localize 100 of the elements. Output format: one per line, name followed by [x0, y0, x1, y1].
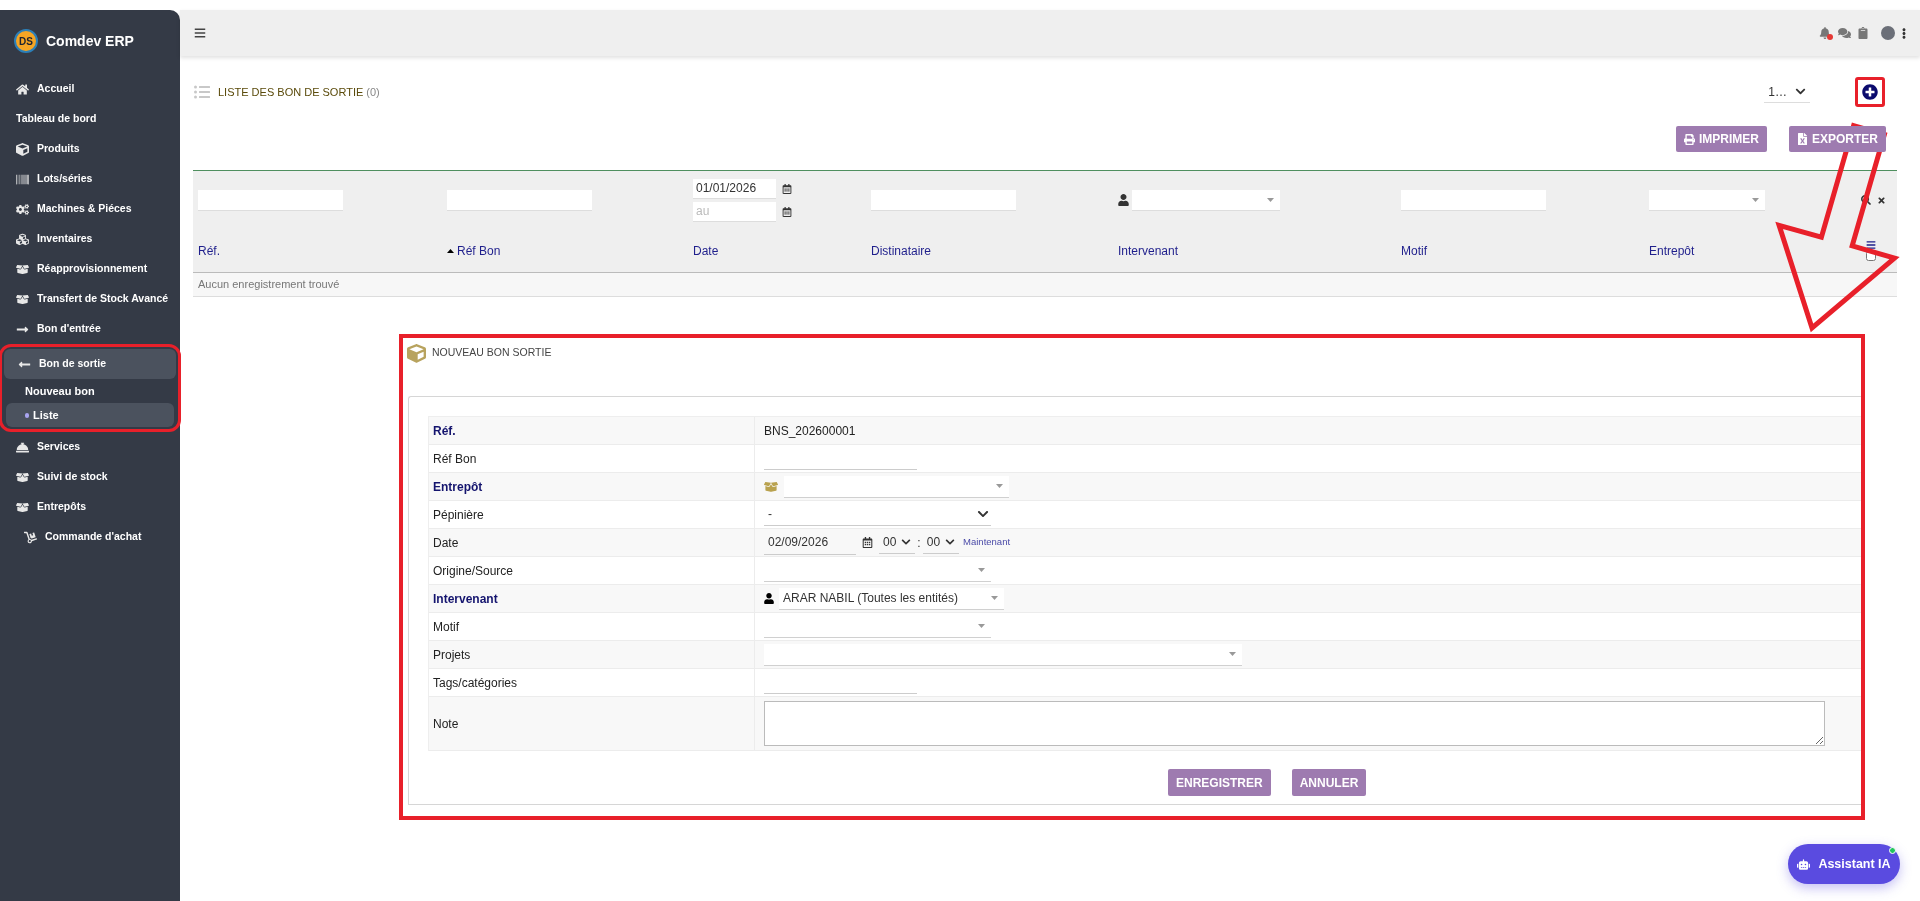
open-box-icon — [16, 500, 29, 514]
select-field[interactable]: ARAR NABIL (Toutes les entités) — [779, 587, 1004, 610]
chevron-down-icon — [977, 508, 989, 520]
logo-icon: DS — [14, 29, 38, 53]
page-size-select[interactable]: 1… — [1764, 81, 1810, 103]
assistant-button[interactable]: Assistant IA — [1788, 844, 1900, 884]
filter-field[interactable] — [871, 190, 1016, 211]
date-to-field[interactable]: au — [693, 201, 776, 222]
user-icon — [764, 593, 774, 604]
boxes-icon — [16, 232, 29, 246]
field-label: Réf Bon — [433, 450, 477, 468]
field-label: Tags/catégories — [433, 674, 518, 692]
sidebar-item[interactable]: Services — [2, 432, 178, 462]
minute-select[interactable]: 00 — [922, 531, 960, 554]
filter-field[interactable] — [198, 190, 343, 211]
add-icon[interactable] — [1862, 84, 1878, 100]
box-icon — [764, 480, 778, 493]
bullet-icon — [25, 412, 29, 418]
filter-select[interactable] — [1649, 189, 1765, 211]
field-label: Intervenant — [433, 590, 498, 608]
column-header[interactable]: Intervenant — [1118, 241, 1179, 260]
export-button[interactable]: EXPORTER — [1789, 126, 1886, 152]
field-label: Pépinière — [433, 506, 484, 524]
calendar-icon — [862, 537, 873, 548]
open-box-icon — [16, 470, 29, 484]
print-button[interactable]: IMPRIMER — [1676, 126, 1767, 152]
sidebar-item[interactable]: Lots/séries — [2, 164, 178, 194]
caret-icon — [991, 596, 998, 600]
column-header[interactable]: Entrepôt — [1649, 241, 1695, 260]
bell-icon — [16, 440, 29, 454]
field-label: Motif — [433, 618, 459, 636]
sidebar-item[interactable]: Réapprovisionnement — [2, 254, 178, 284]
filter-field[interactable] — [447, 190, 592, 211]
more-icon[interactable] — [1902, 26, 1906, 40]
menu-icon[interactable] — [194, 27, 206, 39]
sort-up-icon — [447, 248, 454, 253]
field-label: Réf. — [433, 422, 456, 440]
note-field[interactable] — [764, 701, 1825, 746]
date-from-field[interactable]: 01/01/2026 — [693, 178, 776, 199]
clipboard-icon[interactable] — [1858, 27, 1868, 39]
dolly-icon — [24, 530, 37, 544]
select-field[interactable] — [764, 643, 1242, 666]
sidebar-item[interactable]: Bon d'entrée — [2, 314, 178, 344]
sidebar-subitem[interactable]: Nouveau bon — [6, 379, 174, 403]
date-field[interactable]: 02/09/2026 — [764, 530, 856, 555]
select-all-checkbox[interactable] — [1866, 251, 1876, 261]
spreadsheet-icon — [1797, 133, 1808, 145]
caret-icon — [978, 568, 985, 572]
hour-select[interactable]: 00 — [879, 531, 916, 554]
sidebar-item[interactable]: Entrepôts — [2, 492, 178, 522]
sidebar-item[interactable]: Commande d'achat — [2, 522, 178, 552]
filter-field[interactable] — [1401, 190, 1546, 211]
sidebar-item[interactable]: Machines & Piéces — [2, 194, 178, 224]
sidebar-item[interactable]: Transfert de Stock Avancé — [2, 284, 178, 314]
box-icon — [407, 343, 426, 363]
caret-icon — [1267, 197, 1274, 202]
sidebar-item[interactable]: Suivi de stock — [2, 462, 178, 492]
cancel-button[interactable]: ANNULER — [1291, 769, 1367, 796]
chat-icon[interactable] — [1838, 27, 1851, 39]
notification-icon[interactable] — [1819, 27, 1831, 39]
sidebar-item[interactable]: Produits — [2, 134, 178, 164]
app-name: Comdev ERP — [46, 31, 134, 51]
sidebar-item[interactable]: Inventaires — [2, 224, 178, 254]
form-title: NOUVEAU BON SORTIE — [432, 345, 552, 361]
list-icon — [193, 84, 211, 100]
now-link[interactable]: Maintenant — [963, 535, 1011, 550]
caret-icon — [1229, 652, 1236, 656]
sidebar-item[interactable]: Bon de sortie — [4, 349, 176, 379]
caret-icon — [1752, 197, 1759, 202]
filter-select[interactable] — [1132, 189, 1280, 211]
close-icon[interactable] — [1877, 195, 1886, 205]
column-header[interactable]: Distinataire — [871, 241, 932, 260]
caret-icon — [996, 484, 1003, 488]
open-box-icon — [16, 262, 29, 276]
sidebar-subitem[interactable]: Liste — [6, 403, 174, 427]
avatar[interactable] — [1881, 26, 1895, 40]
select-field[interactable]: - — [764, 503, 991, 526]
home-icon — [16, 82, 29, 96]
empty-message: Aucun enregistrement trouvé — [198, 277, 340, 293]
field-label: Projets — [433, 646, 471, 664]
form-card: Réf. BNS_202600001 Réf Bon Entrepôt Pépinière - Date 02/09/2026 00 : 00 Maintenant Origine/Source Intervenant ARAR NABIL (Toutes les entités) Motif Projets Tags/catégories Note ENREGISTRER ANNULER — [408, 396, 1861, 805]
column-header[interactable]: Motif — [1401, 241, 1427, 260]
robot-icon — [1797, 857, 1811, 871]
column-header[interactable]: Réf. — [198, 241, 220, 260]
chevron-down-icon — [945, 537, 956, 547]
search-icon[interactable] — [1861, 195, 1871, 205]
select-field[interactable] — [784, 475, 1009, 498]
open-box-icon — [16, 292, 29, 306]
printer-icon — [1684, 133, 1695, 145]
columns-icon[interactable] — [1866, 240, 1876, 250]
record-count: (0) — [366, 84, 380, 100]
user-icon — [1118, 194, 1129, 206]
column-header[interactable]: Réf Bon — [447, 241, 501, 260]
sidebar-item[interactable]: Accueil — [2, 74, 178, 104]
sidebar-item[interactable]: Tableau de bord — [2, 104, 178, 134]
list-title: LISTE DES BON DE SORTIE — [218, 84, 364, 100]
gears-icon — [16, 202, 29, 216]
column-header[interactable]: Date — [693, 241, 719, 260]
save-button[interactable]: ENREGISTRER — [1168, 769, 1271, 796]
calendar-icon — [782, 206, 792, 217]
